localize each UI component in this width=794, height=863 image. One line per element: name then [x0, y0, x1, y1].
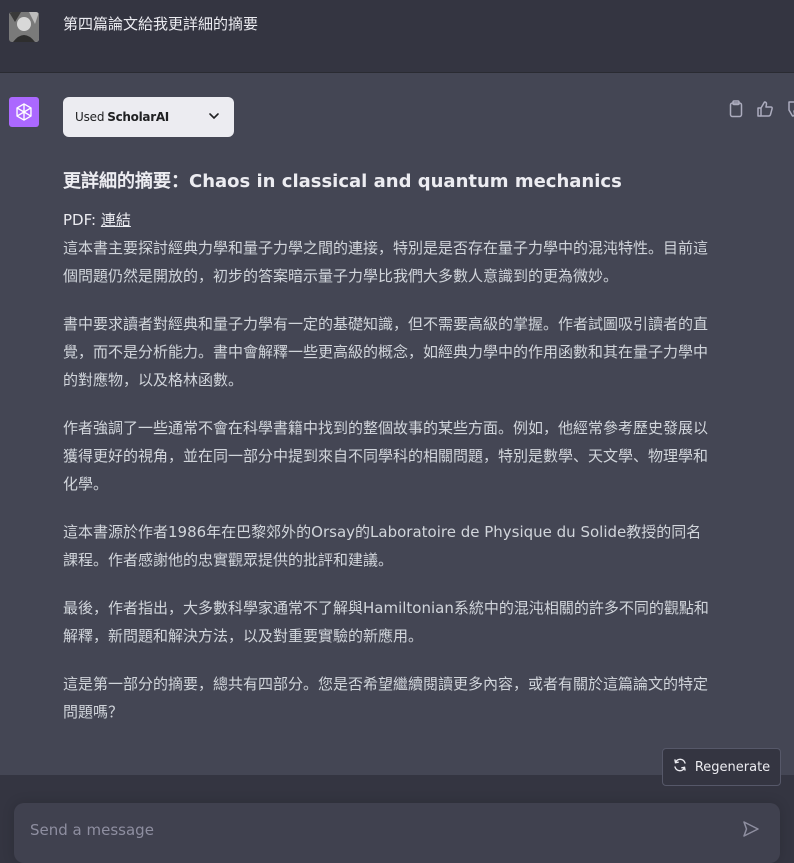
message-actions [728, 100, 794, 118]
summary-paragraph: 這是第一部分的摘要，總共有四部分。您是否希望繼續閱讀更多內容，或者有關於這篇論文… [63, 675, 709, 721]
thumbs-up-icon[interactable] [756, 100, 774, 118]
thumbs-down-icon[interactable] [784, 100, 794, 118]
assistant-message-content: 更詳細的摘要：Chaos in classical and quantum me… [63, 169, 713, 746]
assistant-message-row: Used ScholarAI 更詳細的摘要：Chaos in classical… [0, 73, 794, 775]
clipboard-icon[interactable] [728, 100, 746, 118]
pdf-link[interactable]: 連結 [101, 211, 131, 229]
user-message-row: 第四篇論文給我更詳細的摘要 [0, 0, 794, 73]
message-input[interactable]: Send a message [14, 803, 780, 863]
plugin-used-dropdown[interactable]: Used ScholarAI [63, 97, 234, 137]
pdf-line: PDF: 連結 [63, 209, 713, 231]
plugin-name: ScholarAI [107, 110, 169, 124]
user-avatar [9, 12, 39, 42]
summary-paragraph: 最後，作者指出，大多數科學家通常不了解與Hamiltonian系統中的混沌相關的… [63, 599, 709, 645]
send-icon[interactable] [742, 820, 760, 838]
refresh-icon [673, 758, 687, 776]
summary-paragraph: 書中要求讀者對經典和量子力學有一定的基礎知識，但不需要高級的掌握。作者試圖吸引讀… [63, 315, 709, 389]
pdf-label: PDF: [63, 211, 101, 229]
summary-paragraph: 這本書源於作者1986年在巴黎郊外的Orsay的Laboratoire de P… [63, 523, 702, 569]
regenerate-button[interactable]: Regenerate [662, 748, 781, 786]
summary-paragraph: 這本書主要探討經典力學和量子力學之間的連接，特別是是否存在量子力學中的混沌特性。… [63, 239, 709, 285]
summary-heading: 更詳細的摘要：Chaos in classical and quantum me… [63, 171, 622, 192]
chevron-down-icon [208, 110, 220, 125]
message-input-placeholder: Send a message [30, 821, 154, 839]
chatgpt-logo-icon [9, 97, 39, 127]
summary-paragraph: 作者強調了一些通常不會在科學書籍中找到的整個故事的某些方面。例如，他經常參考歷史… [63, 419, 709, 493]
regenerate-label: Regenerate [694, 759, 771, 775]
user-message-text: 第四篇論文給我更詳細的摘要 [63, 15, 259, 33]
plugin-used-label: Used [75, 110, 105, 124]
